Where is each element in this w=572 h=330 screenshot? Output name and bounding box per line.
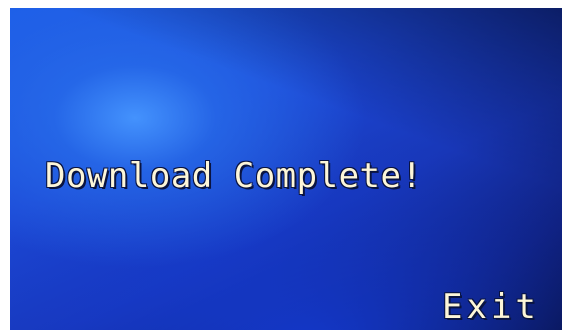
download-complete-message: Download Complete! [45,156,423,196]
exit-button[interactable]: Exit [442,290,540,324]
download-screen: Download Complete! Exit [10,8,562,330]
window-frame: Download Complete! Exit [0,0,572,330]
